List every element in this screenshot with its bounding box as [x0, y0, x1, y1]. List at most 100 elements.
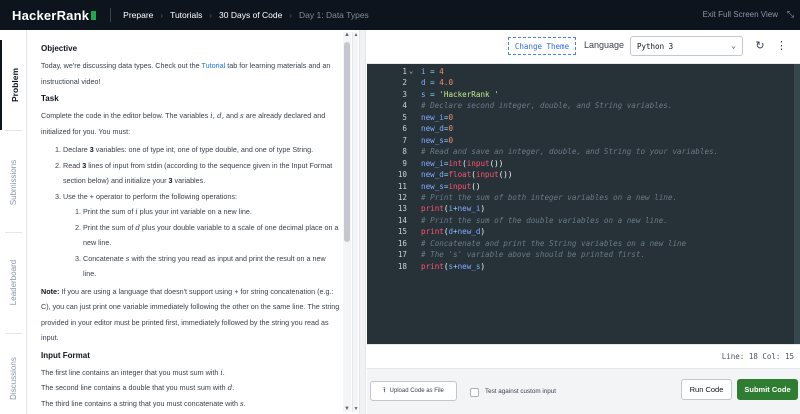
language-select[interactable]: Python 3 ⌄	[630, 36, 743, 56]
code-token: new_i	[457, 204, 481, 214]
text: plus your int variable on a new line.	[139, 207, 252, 216]
input-format-line: The first line contains an integer that …	[41, 367, 225, 377]
code-token: =	[425, 89, 440, 99]
line-number: 6	[402, 124, 407, 134]
logo-mark-icon	[91, 10, 97, 20]
tab-problem[interactable]: Problem	[0, 40, 27, 130]
more-vertical-icon[interactable]: ⋮	[776, 39, 787, 53]
tutorial-link[interactable]: Tutorial	[202, 61, 226, 70]
code-editor[interactable]: 1 ⌄ i = 4 2 d = 4.0 3 s = 'HackerRank ' 4 # Decl…	[367, 64, 800, 344]
cursor-position: Line: 18 Col: 15	[721, 352, 794, 361]
code-token: 0	[448, 135, 454, 145]
code-line: new_i=int(input())	[421, 159, 503, 168]
upload-icon: ⭱	[383, 386, 386, 394]
custom-input-label[interactable]: Test against custom input	[485, 388, 556, 395]
code-line: print(s+new_s)	[421, 262, 485, 271]
tab-label: Problem	[9, 67, 20, 103]
editor-status: Line: 18 Col: 15	[367, 344, 800, 368]
exit-fullscreen-link[interactable]: Exit Full Screen View	[703, 10, 778, 19]
note-text: Note: If you are using a language that d…	[41, 284, 340, 346]
fold-icon[interactable]: ⌄	[409, 67, 413, 75]
tab-divider	[5, 333, 22, 334]
text: Today, we're discussing data types. Chec…	[41, 61, 200, 70]
code-line: new_i=0	[421, 113, 453, 122]
chevron-right-icon: ›	[209, 10, 213, 20]
tab-label: Discussions	[9, 356, 18, 400]
language-label: Language	[584, 40, 625, 50]
scroll-down-icon[interactable]: ▼	[343, 406, 351, 412]
tab-discussions[interactable]: Discussions	[0, 338, 27, 414]
scrollbar-thumb[interactable]	[794, 64, 800, 344]
code-line: # Print the sum of both integer variable…	[421, 193, 677, 202]
upload-code-button[interactable]: ⭱ Upload Code as File	[370, 381, 457, 401]
change-theme-button[interactable]: Change Theme	[508, 37, 576, 55]
code-line: new_s=0	[421, 136, 453, 145]
line-number: 9	[402, 158, 407, 168]
list-item: Use the + operator to perform the follow…	[63, 189, 340, 282]
editor-scrollbar[interactable]	[794, 64, 800, 344]
run-code-button[interactable]: Run Code	[681, 379, 732, 400]
code-line: new_s=input()	[421, 182, 480, 191]
line-number: 8	[402, 147, 407, 157]
code-token: new_s	[421, 135, 444, 145]
editor-toolbar: Change Theme Language Python 3 ⌄ ↻ ⋮	[367, 30, 800, 64]
scrollbar-thumb[interactable]	[344, 42, 350, 242]
chevron-right-icon: ›	[160, 10, 164, 20]
collapse-icon[interactable]: ⤡	[787, 9, 794, 20]
code-token: ())	[489, 158, 504, 168]
code-token: print	[421, 227, 444, 237]
line-number: 7	[402, 135, 407, 145]
task-heading: Task	[41, 94, 59, 103]
text: Use the	[63, 191, 88, 201]
reset-icon[interactable]: ↻	[753, 39, 767, 53]
code-token: input	[475, 170, 499, 180]
breadcrumb-30-days[interactable]: 30 Days of Code	[219, 10, 282, 20]
action-bar: ⭱ Upload Code as File Test against custo…	[367, 368, 800, 414]
code-token: int	[448, 158, 463, 168]
tab-label: Submissions	[9, 159, 19, 206]
math-var: s	[125, 253, 130, 263]
breadcrumb-tutorials[interactable]: Tutorials	[170, 10, 202, 20]
code-token: input	[448, 181, 472, 191]
math-num: 3	[82, 160, 87, 170]
code-token: new_i	[421, 158, 444, 168]
list-item: Read 3 lines of input from stdin (accord…	[63, 158, 340, 189]
line-number: 18	[397, 261, 407, 271]
custom-input-checkbox[interactable]	[470, 388, 479, 397]
line-number: 12	[397, 192, 407, 202]
code-line: # The 's' variable above should be print…	[421, 250, 645, 259]
problem-scrollbar[interactable]: ▲ ▼	[343, 32, 351, 412]
breadcrumb-current: Day 1: Data Types	[299, 10, 369, 20]
breadcrumb-prepare[interactable]: Prepare	[123, 10, 153, 20]
task-steps: Declare 3 variables: one of type int, on…	[41, 142, 340, 282]
code-token: # Print the sum of both integer variable…	[421, 192, 678, 202]
math-var: i	[220, 367, 223, 377]
line-number: 14	[397, 215, 407, 225]
code-line: i = 4	[421, 67, 444, 76]
pane-splitter[interactable]	[359, 30, 366, 414]
line-number: 16	[397, 238, 407, 248]
code-token: new_s	[421, 181, 444, 191]
chevron-down-icon: ⌄	[731, 41, 736, 50]
submit-code-button[interactable]: Submit Code	[737, 379, 798, 400]
list-item: Concatenate s with the string you read a…	[83, 251, 340, 282]
tab-divider	[5, 232, 22, 233]
code-line: # Print the sum of the double variables …	[421, 216, 668, 225]
code-token: ())	[498, 170, 513, 180]
code-token: 0	[448, 112, 454, 122]
language-value: Python 3	[637, 42, 674, 51]
tab-leaderboard[interactable]: Leaderboard	[0, 235, 27, 330]
outer-scrollbar[interactable]: ▲ ▼	[352, 32, 358, 412]
code-line: print(i+new_i)	[421, 204, 485, 213]
problem-statement: Objective Today, we're discussing data t…	[30, 32, 340, 414]
tab-submissions[interactable]: Submissions	[0, 135, 27, 230]
code-token: # The 's' variable above should be print…	[421, 250, 646, 260]
code-token: # Read and save an integer, double, and …	[421, 147, 719, 157]
logo[interactable]: HackerRank	[12, 8, 97, 23]
line-number: 4	[402, 101, 407, 111]
button-label: Upload Code as File	[389, 388, 444, 394]
tab-label: Leaderboard	[9, 259, 18, 306]
scroll-up-icon[interactable]: ▲	[343, 32, 351, 38]
list-item: Print the sum of i plus your int variabl…	[83, 204, 340, 220]
text: The first line contains an integer that …	[41, 367, 219, 377]
